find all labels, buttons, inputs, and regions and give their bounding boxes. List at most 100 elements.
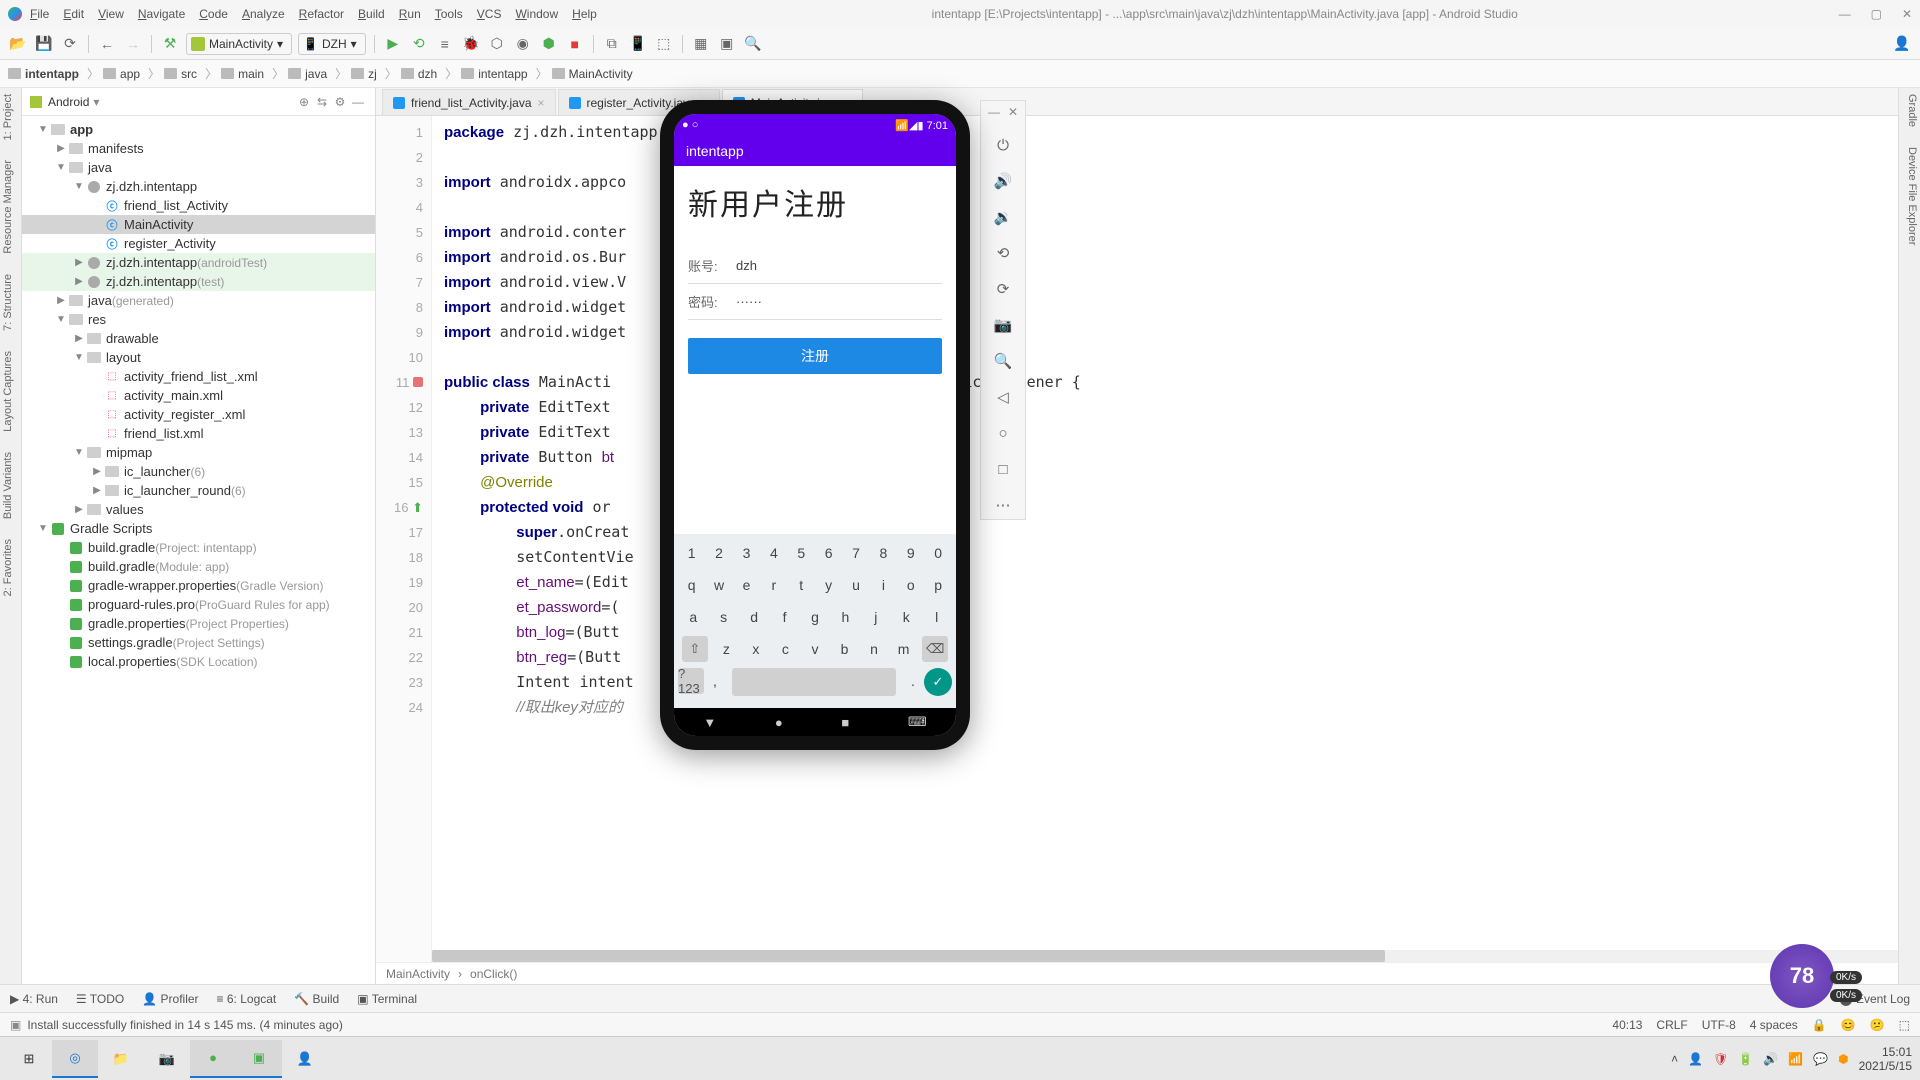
enter-key[interactable]: ✓ [924,668,952,696]
clock[interactable]: 15:01 2021/5/15 [1859,1045,1912,1073]
nav-recent-icon[interactable]: ■ [841,715,849,730]
caret-position[interactable]: 40:13 [1612,1018,1642,1032]
emulator-screen[interactable]: ● ○ 📶◢▮ 7:01 intentapp 新用户注册 账号:dzh密码:··… [674,114,956,736]
tree-item[interactable]: ▼java [22,158,375,177]
device-selector[interactable]: 📱 DZH ▾ [298,33,366,55]
key-q[interactable]: q [681,572,703,598]
minimize-icon[interactable]: — [988,105,1000,119]
breadcrumb-item[interactable]: src [164,67,197,81]
memory-icon[interactable]: ⬚ [1899,1018,1910,1032]
key-d[interactable]: d [743,604,765,630]
tree-item[interactable]: ▶ic_launcher (6) [22,462,375,481]
menu-code[interactable]: Code [199,7,228,21]
chevron-up-icon[interactable]: ˄ [1671,1052,1678,1066]
hammer-icon[interactable]: ⚒ [160,34,180,54]
key-b[interactable]: b [834,636,856,662]
tray-icon[interactable]: 🛡 [1713,1052,1728,1066]
btm-tool[interactable]: ☰ TODO [76,992,124,1006]
emulator-tool-3[interactable]: ⟲ [993,243,1013,263]
tree-item[interactable]: ▶values [22,500,375,519]
strip-devicefileexplorer[interactable]: Device File Explorer [1901,147,1918,245]
key-j[interactable]: j [865,604,887,630]
breadcrumb-item[interactable]: intentapp [461,67,527,81]
menu-view[interactable]: View [98,7,124,21]
tree-arrow-icon[interactable]: ▼ [72,447,86,458]
hide-icon[interactable]: — [349,95,367,109]
bug-icon[interactable]: 🐞 [461,34,481,54]
emulator-tool-7[interactable]: ◁ [993,387,1013,407]
tree-arrow-icon[interactable]: ▶ [54,295,68,306]
menu-build[interactable]: Build [358,7,385,21]
line-separator[interactable]: CRLF [1656,1018,1687,1032]
breadcrumb-item[interactable]: java [288,67,327,81]
tree-arrow-icon[interactable]: ▼ [36,124,50,135]
structure-icon[interactable]: ▦ [691,34,711,54]
key-z[interactable]: z [715,636,737,662]
menu-run[interactable]: Run [399,7,421,21]
key-6[interactable]: 6 [818,540,840,566]
minimize-icon[interactable]: — [1839,7,1851,21]
tree-item[interactable]: ⓒregister_Activity [22,234,375,253]
nav-back-icon[interactable]: ▼ [703,715,716,730]
key-f[interactable]: f [774,604,796,630]
emulator-tool-0[interactable]: ⏻ [993,135,1013,155]
collapse-icon[interactable]: ⇆ [313,95,331,109]
taskbar-app[interactable]: ▣ [236,1040,282,1078]
breadcrumb-item[interactable]: zj [351,67,377,81]
strip-favorites[interactable]: 2: Favorites [2,539,19,596]
space-key[interactable] [732,668,896,696]
emulator-tool-8[interactable]: ○ [993,423,1013,443]
tree-arrow-icon[interactable]: ▼ [36,523,50,534]
btm-tool[interactable]: ≡ 6: Logcat [217,992,277,1006]
run-icon[interactable]: ▶ [383,34,403,54]
tree-item[interactable]: ⬚friend_list.xml [22,424,375,443]
menu-analyze[interactable]: Analyze [242,7,285,21]
key-w[interactable]: w [708,572,730,598]
tray-icon[interactable]: 🔊 [1763,1052,1778,1066]
key-s[interactable]: s [713,604,735,630]
open-icon[interactable]: 📂 [8,34,28,54]
key-e[interactable]: e [735,572,757,598]
comma-key[interactable]: , [704,668,726,694]
key-h[interactable]: h [834,604,856,630]
emulator-tool-10[interactable]: ⋯ [993,495,1013,515]
settings-icon[interactable]: ▣ [717,34,737,54]
key-1[interactable]: 1 [681,540,703,566]
tree-item[interactable]: ▼app [22,120,375,139]
tree-item[interactable]: ▼layout [22,348,375,367]
strip-gradle[interactable]: Gradle [1901,94,1918,127]
menu-edit[interactable]: Edit [63,7,84,21]
sync-icon[interactable]: ⟳ [60,34,80,54]
emulator-tool-4[interactable]: ⟳ [993,279,1013,299]
tree-arrow-icon[interactable]: ▶ [72,257,86,268]
emulator-tool-5[interactable]: 📷 [993,315,1013,335]
tree-item[interactable]: ▶manifests [22,139,375,158]
search-icon[interactable]: 🔍 [743,34,763,54]
run-config-selector[interactable]: MainActivity ▾ [186,33,292,55]
user-icon[interactable]: 👤 [1892,34,1912,54]
tree-arrow-icon[interactable]: ▶ [72,504,86,515]
btm-tool[interactable]: ▣ Terminal [357,992,417,1006]
tree-arrow-icon[interactable]: ▶ [90,485,104,496]
symbols-key[interactable]: ?123 [678,668,704,694]
strip-project[interactable]: 1: Project [2,94,19,140]
close-icon[interactable]: ✕ [1008,105,1018,119]
tray-icon[interactable]: 📶 [1788,1052,1803,1066]
taskbar-app[interactable]: 📷 [144,1040,190,1078]
key-u[interactable]: u [845,572,867,598]
menu-window[interactable]: Window [515,7,558,21]
key-0[interactable]: 0 [927,540,949,566]
avd-icon[interactable]: ⧉ [602,34,622,54]
key-5[interactable]: 5 [790,540,812,566]
tray-icon[interactable]: ⬢ [1838,1052,1848,1066]
key-i[interactable]: i [872,572,894,598]
tree-item[interactable]: ⓒfriend_list_Activity [22,196,375,215]
nav-home-icon[interactable]: ● [775,715,783,730]
backspace-key[interactable]: ⌫ [922,636,948,662]
stop-icon[interactable]: ■ [565,34,585,54]
register-button[interactable]: 注册 [688,338,942,374]
tree-arrow-icon[interactable]: ▼ [72,181,86,192]
taskbar-app[interactable]: 👤 [282,1040,328,1078]
key-3[interactable]: 3 [735,540,757,566]
key-7[interactable]: 7 [845,540,867,566]
